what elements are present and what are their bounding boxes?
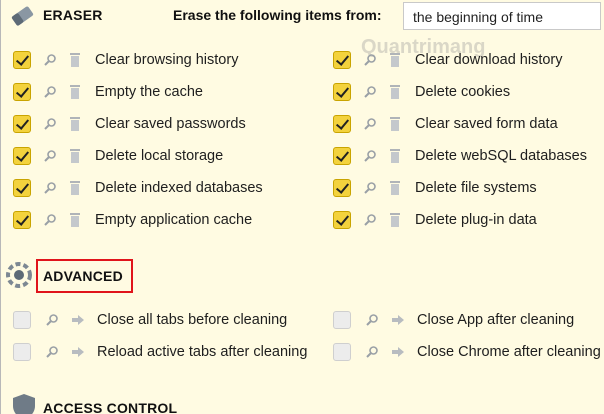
option-row[interactable]: Delete indexed databases (13, 176, 263, 200)
checkbox[interactable] (333, 147, 351, 165)
arrow-right-icon (72, 347, 84, 357)
checkbox[interactable] (333, 311, 351, 329)
search-icon (364, 86, 376, 98)
option-label: Delete webSQL databases (415, 148, 587, 164)
option-row[interactable]: Close Chrome after cleaning (333, 340, 601, 364)
search-icon (366, 314, 378, 326)
checkbox[interactable] (13, 179, 31, 197)
trash-icon (70, 149, 80, 163)
arrow-right-icon (392, 315, 404, 325)
advanced-gear-icon (6, 262, 32, 288)
option-label: Close all tabs before cleaning (97, 312, 288, 328)
search-icon (44, 54, 56, 66)
checkbox[interactable] (13, 147, 31, 165)
trash-icon (70, 53, 80, 67)
search-icon (364, 214, 376, 226)
checkbox[interactable] (333, 211, 351, 229)
checkbox[interactable] (13, 115, 31, 133)
option-row[interactable]: Clear download history (333, 48, 563, 72)
option-row[interactable]: Delete cookies (333, 80, 510, 104)
advanced-highlight-box (36, 259, 133, 293)
checkbox[interactable] (13, 83, 31, 101)
trash-icon (390, 181, 400, 195)
option-row[interactable]: Empty application cache (13, 208, 252, 232)
option-label: Close App after cleaning (417, 312, 575, 328)
eraser-icon (11, 6, 34, 26)
option-label: Empty the cache (95, 84, 203, 100)
trash-icon (390, 85, 400, 99)
search-icon (364, 182, 376, 194)
option-row[interactable]: Delete webSQL databases (333, 144, 587, 168)
trash-icon (70, 85, 80, 99)
search-icon (44, 214, 56, 226)
checkbox[interactable] (13, 311, 31, 329)
trash-icon (390, 213, 400, 227)
search-icon (364, 54, 376, 66)
search-icon (44, 86, 56, 98)
option-row[interactable]: Clear browsing history (13, 48, 238, 72)
eraser-title: ERASER (43, 7, 103, 23)
option-label: Reload active tabs after cleaning (97, 344, 308, 360)
access-control-title: ACCESS CONTROL (43, 400, 178, 414)
search-icon (46, 314, 58, 326)
trash-icon (70, 213, 80, 227)
option-row[interactable]: Delete plug-in data (333, 208, 537, 232)
checkbox[interactable] (13, 211, 31, 229)
search-icon (366, 346, 378, 358)
trash-icon (70, 181, 80, 195)
option-label: Clear saved form data (415, 116, 558, 132)
option-label: Delete file systems (415, 180, 537, 196)
option-row[interactable]: Close all tabs before cleaning (13, 308, 287, 332)
erase-range-label: Erase the following items from: (173, 7, 382, 23)
checkbox[interactable] (13, 343, 31, 361)
options-panel: ERASER Erase the following items from: t… (0, 0, 604, 414)
checkbox[interactable] (333, 51, 351, 69)
shield-icon (13, 394, 35, 414)
trash-icon (70, 117, 80, 131)
option-row[interactable]: Reload active tabs after cleaning (13, 340, 307, 364)
option-row[interactable]: Clear saved passwords (13, 112, 246, 136)
option-label: Clear browsing history (95, 52, 239, 68)
option-label: Close Chrome after cleaning (417, 344, 601, 360)
trash-icon (390, 117, 400, 131)
option-row[interactable]: Clear saved form data (333, 112, 558, 136)
option-label: Delete local storage (95, 148, 224, 164)
option-label: Delete indexed databases (95, 180, 263, 196)
option-row[interactable]: Empty the cache (13, 80, 203, 104)
search-icon (364, 118, 376, 130)
search-icon (364, 150, 376, 162)
search-icon (44, 182, 56, 194)
option-row[interactable]: Delete local storage (13, 144, 223, 168)
trash-icon (390, 53, 400, 67)
checkbox[interactable] (333, 83, 351, 101)
option-label: Clear saved passwords (95, 116, 246, 132)
option-row[interactable]: Close App after cleaning (333, 308, 574, 332)
search-icon (46, 346, 58, 358)
option-label: Empty application cache (95, 212, 253, 228)
arrow-right-icon (72, 315, 84, 325)
trash-icon (390, 149, 400, 163)
checkbox[interactable] (333, 343, 351, 361)
checkbox[interactable] (13, 51, 31, 69)
search-icon (44, 118, 56, 130)
option-row[interactable]: Delete file systems (333, 176, 537, 200)
option-label: Clear download history (415, 52, 563, 68)
checkbox[interactable] (333, 115, 351, 133)
option-label: Delete cookies (415, 84, 511, 100)
time-range-select[interactable]: the beginning of time (403, 2, 601, 30)
checkbox[interactable] (333, 179, 351, 197)
arrow-right-icon (392, 347, 404, 357)
option-label: Delete plug-in data (415, 212, 537, 228)
search-icon (44, 150, 56, 162)
